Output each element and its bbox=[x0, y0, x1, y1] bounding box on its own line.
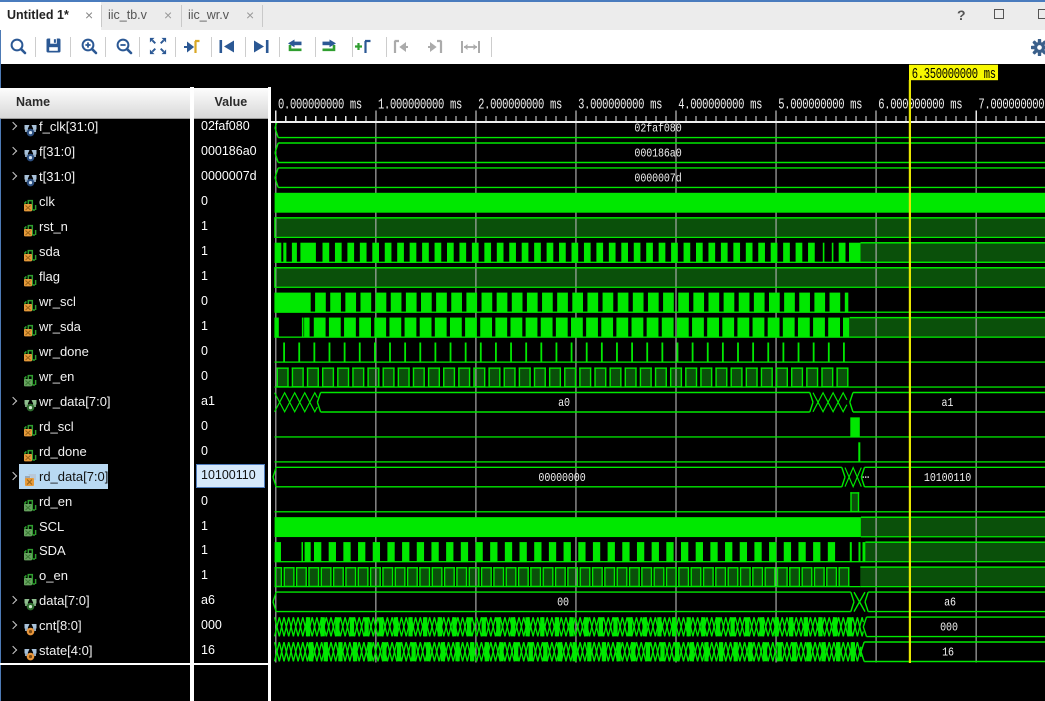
svg-text:a1: a1 bbox=[941, 398, 953, 411]
svg-text:1.000000000 ms: 1.000000000 ms bbox=[378, 96, 462, 113]
svg-text:0.000000000 ms: 0.000000000 ms bbox=[278, 96, 362, 113]
svg-text:00000000: 00000000 bbox=[538, 472, 585, 485]
svg-text:000186a0: 000186a0 bbox=[634, 148, 681, 161]
svg-text:6.000000000 ms: 6.000000000 ms bbox=[878, 96, 962, 113]
svg-text:16: 16 bbox=[942, 647, 954, 660]
svg-text:6.350000000 ms: 6.350000000 ms bbox=[912, 65, 996, 82]
svg-text:4.000000000 ms: 4.000000000 ms bbox=[678, 96, 762, 113]
svg-text:000: 000 bbox=[940, 622, 958, 635]
svg-text:a6: a6 bbox=[944, 597, 956, 610]
svg-text:2.000000000 ms: 2.000000000 ms bbox=[478, 96, 562, 113]
svg-text:3.000000000 ms: 3.000000000 ms bbox=[578, 96, 662, 113]
svg-text:02faf080: 02faf080 bbox=[634, 123, 681, 136]
svg-text:00: 00 bbox=[557, 597, 569, 610]
svg-text:a0: a0 bbox=[558, 398, 570, 411]
svg-text:0000007d: 0000007d bbox=[634, 173, 681, 186]
svg-text:5.000000000 ms: 5.000000000 ms bbox=[778, 96, 862, 113]
svg-text:7.000000000 ms: 7.000000000 ms bbox=[978, 96, 1045, 113]
svg-text:10100110: 10100110 bbox=[924, 472, 971, 485]
